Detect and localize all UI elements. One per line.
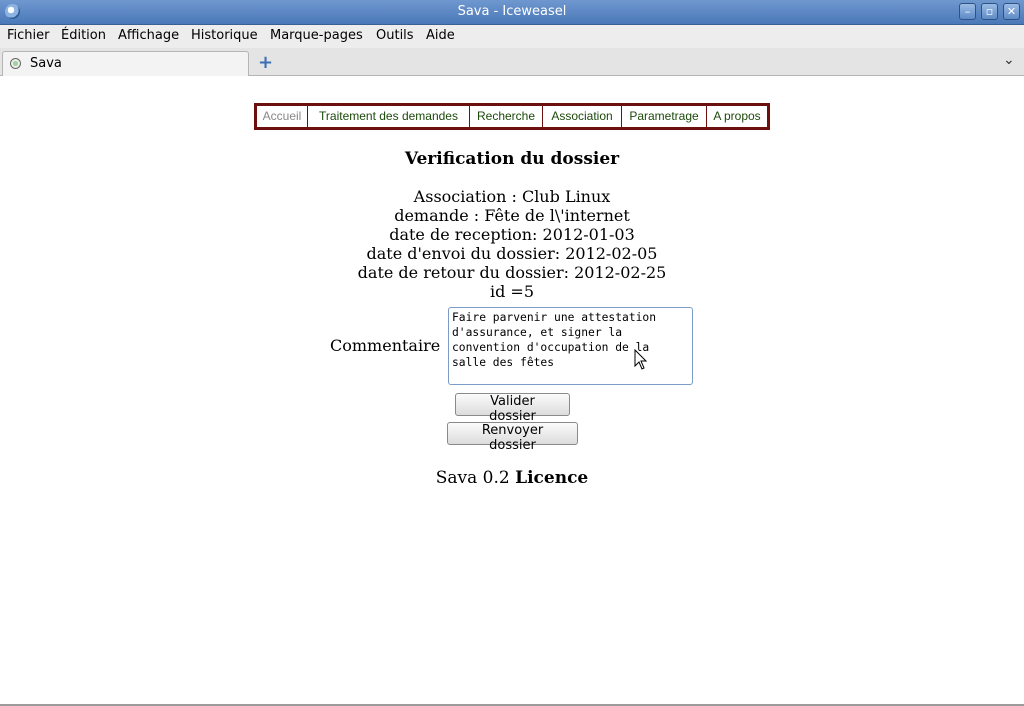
association-line: Association : Club Linux — [413, 187, 611, 206]
validate-dossier-button[interactable]: Valider dossier — [455, 393, 570, 424]
page-title: Verification du dossier — [404, 149, 620, 169]
nav-a-propos[interactable]: A propos — [707, 106, 767, 127]
menu-marque-pages[interactable]: Marque-pages — [270, 28, 363, 43]
comment-label: Commentaire — [330, 336, 441, 355]
menu-fichier[interactable]: Fichier — [7, 28, 50, 43]
tab-label: Sava — [30, 56, 62, 71]
reception-date-line: date de reception: 2012-01-03 — [389, 225, 635, 244]
menu-historique[interactable]: Historique — [191, 28, 258, 43]
mouse-pointer-icon — [634, 349, 648, 370]
id-line: id =5 — [489, 282, 535, 301]
licence-link[interactable]: Licence — [515, 468, 588, 488]
nav-accueil[interactable]: Accueil — [257, 106, 308, 127]
nav-association[interactable]: Association — [543, 106, 622, 127]
retour-date-line: date de retour du dossier: 2012-02-25 — [357, 263, 667, 282]
maximize-icon[interactable]: ▫ — [981, 3, 998, 20]
tab-sava[interactable]: Sava — [2, 51, 249, 76]
nav-recherche[interactable]: Recherche — [470, 106, 543, 127]
footer-version: Sava 0.2 — [435, 468, 510, 488]
new-tab-plus-icon[interactable]: + — [258, 52, 273, 73]
tab-list-chevron-down-icon[interactable]: ⌄ — [1003, 52, 1015, 68]
menu-aide[interactable]: Aide — [426, 28, 455, 43]
nav-traitement-des-demandes[interactable]: Traitement des demandes — [308, 106, 470, 127]
menu-bar: Fichier Édition Affichage Historique Mar… — [0, 25, 1024, 48]
menu-affichage[interactable]: Affichage — [118, 28, 179, 43]
comment-textarea[interactable]: Faire parvenir une attestation d'assuran… — [448, 307, 693, 385]
envoi-date-line: date d'envoi du dossier: 2012-02-05 — [366, 244, 658, 263]
tab-bar: Sava + ⌄ — [0, 48, 1024, 76]
close-icon[interactable]: ✕ — [1003, 3, 1020, 20]
site-navigation: Accueil Traitement des demandes Recherch… — [254, 103, 770, 130]
menu-outils[interactable]: Outils — [376, 28, 414, 43]
window-titlebar: Sava - Iceweasel – ▫ ✕ — [0, 0, 1024, 25]
menu-edition[interactable]: Édition — [61, 28, 106, 43]
page-favicon-icon — [10, 58, 21, 69]
return-dossier-button[interactable]: Renvoyer dossier — [447, 422, 578, 453]
window-title: Sava - Iceweasel — [457, 4, 567, 19]
minimize-icon[interactable]: – — [959, 3, 976, 20]
footer: Sava 0.2 Licence — [0, 468, 1024, 488]
nav-parametrage[interactable]: Parametrage — [622, 106, 707, 127]
demande-line: demande : Fête de l\'internet — [394, 206, 630, 225]
